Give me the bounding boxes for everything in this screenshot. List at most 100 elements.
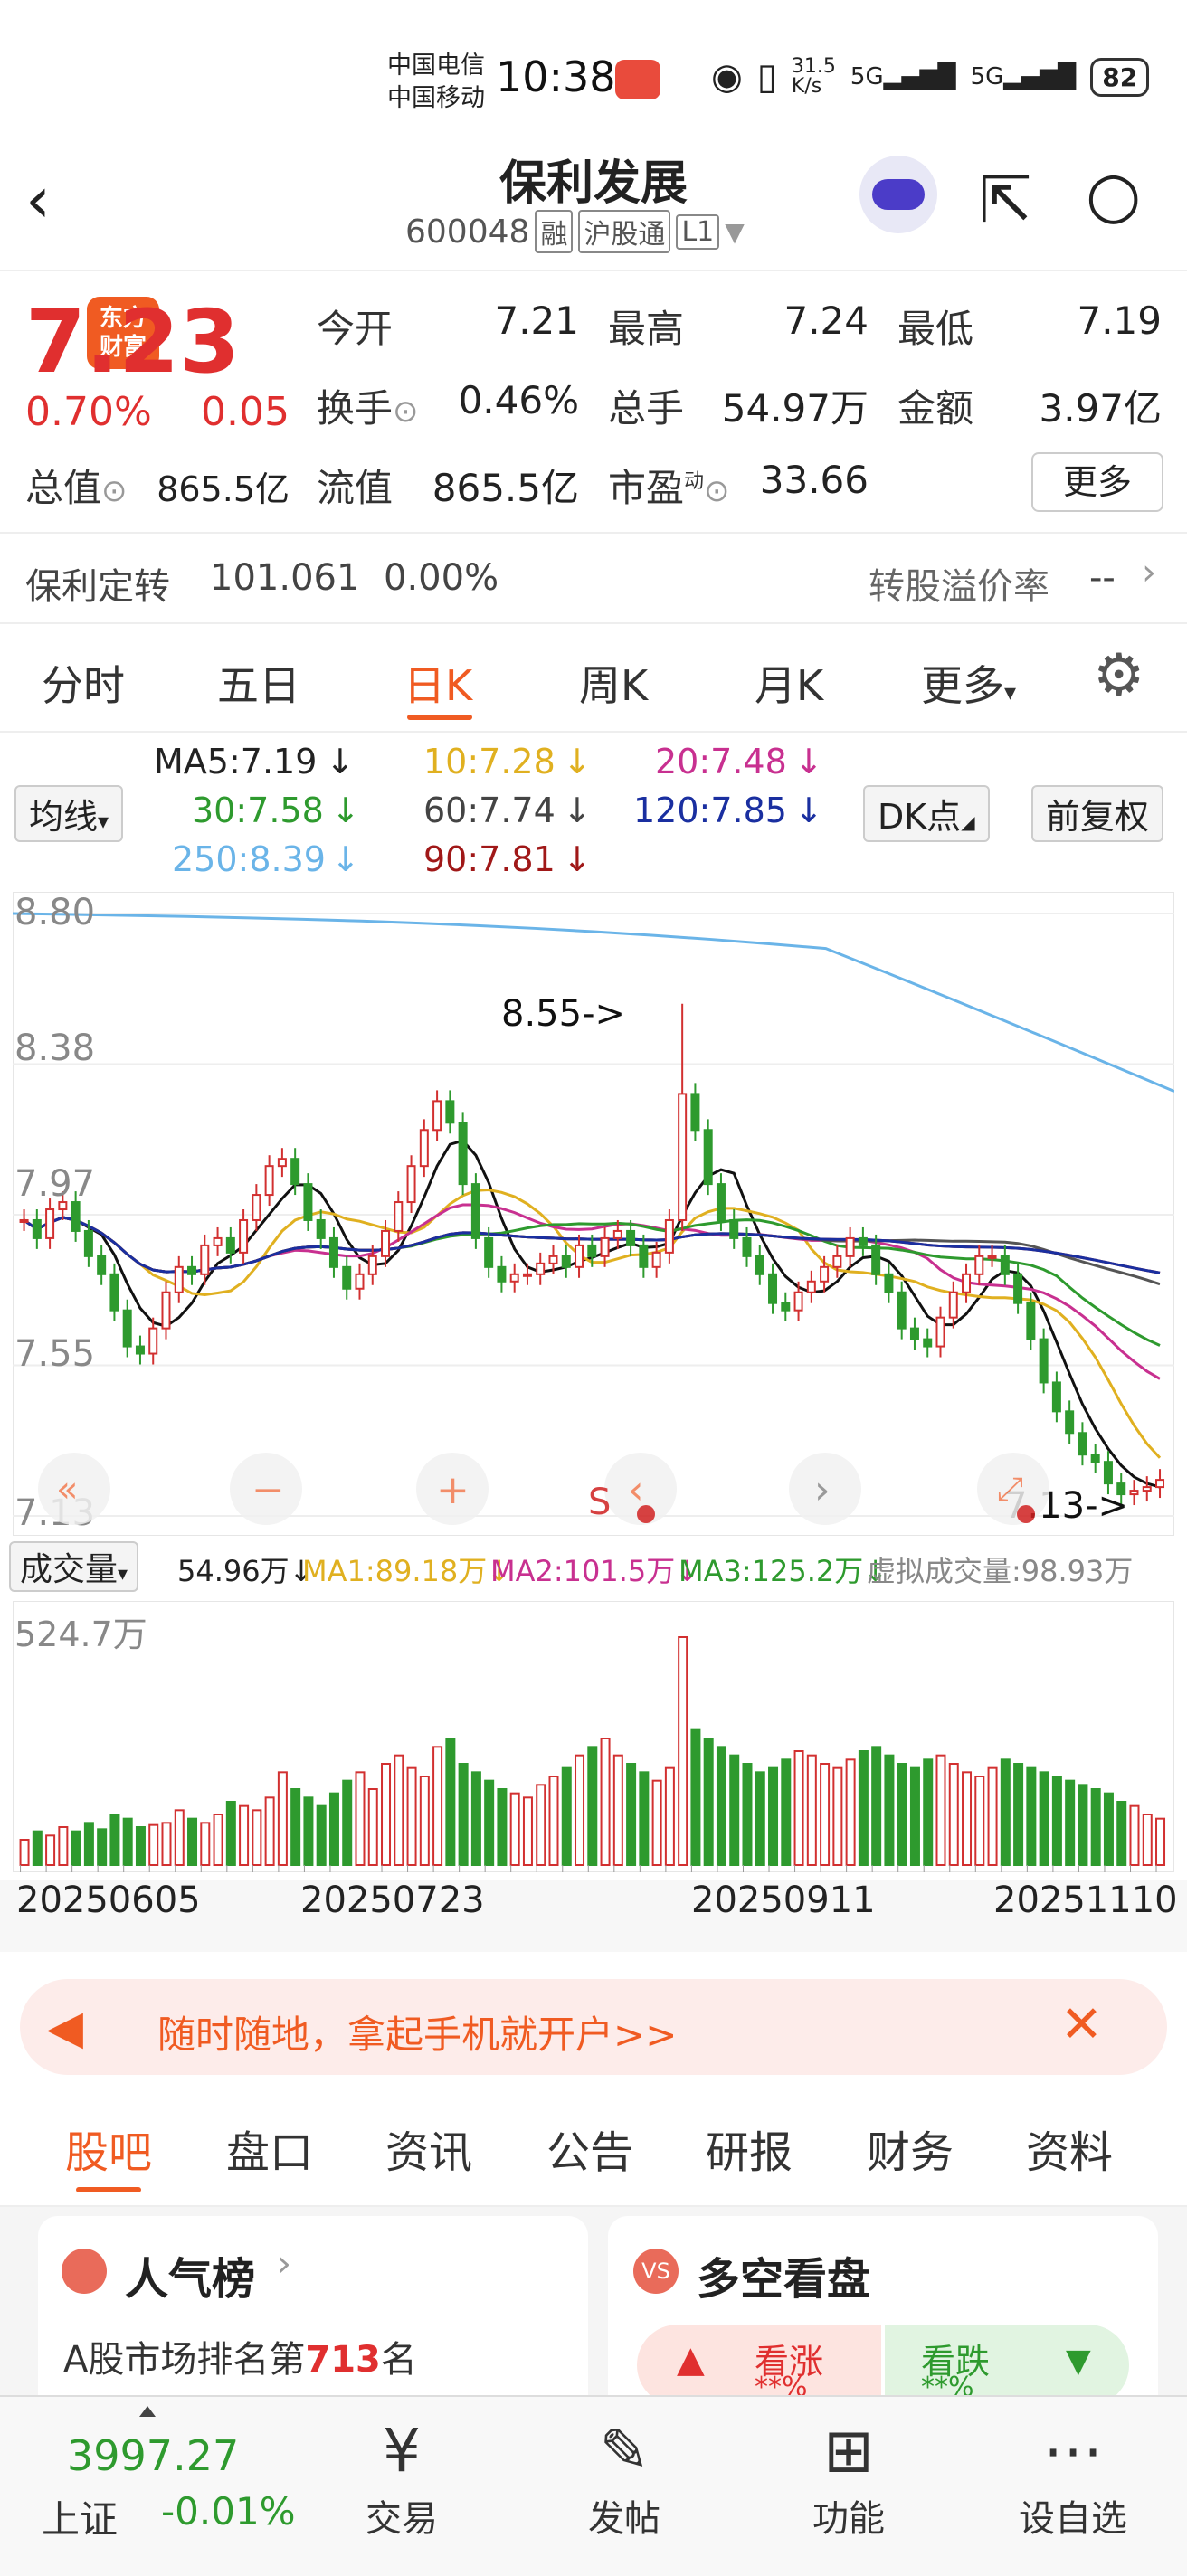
dk-point-button[interactable]: DK点◢ xyxy=(863,785,990,842)
tab-news[interactable]: 资讯 xyxy=(385,2117,472,2180)
tab-guba[interactable]: 股吧 xyxy=(65,2117,152,2180)
more-button[interactable]: 更多 xyxy=(1031,452,1163,512)
bearish-button[interactable]: 看跌 **% ▼ xyxy=(885,2325,1129,2395)
adjust-price-button[interactable]: 前复权 xyxy=(1031,785,1164,842)
candle xyxy=(1026,1302,1036,1340)
mcap-value: 865.5亿 xyxy=(157,469,290,509)
functions-button[interactable]: ⊞ 功能 xyxy=(767,2413,930,2542)
volume-bar xyxy=(1078,1784,1088,1866)
tab-profile[interactable]: 资料 xyxy=(1026,2117,1113,2180)
index-value: 3997.27 xyxy=(67,2431,240,2480)
tab-5day[interactable]: 五日 xyxy=(217,653,300,713)
close-icon[interactable]: ✕ xyxy=(1060,1995,1103,2054)
share-icon[interactable]: ⇱ xyxy=(979,163,1032,237)
ma20-value: 20:7.48 xyxy=(655,742,787,781)
volume-bar xyxy=(45,1834,56,1867)
volume-bar xyxy=(678,1636,688,1866)
tab-orderbook[interactable]: 盘口 xyxy=(226,2117,313,2180)
volume-bar xyxy=(355,1771,366,1866)
bullish-button[interactable]: 看涨 **% ▲ xyxy=(637,2325,881,2395)
candle xyxy=(1065,1410,1075,1435)
tab-announce[interactable]: 公告 xyxy=(546,2117,633,2180)
tab-daily-k[interactable]: 日K xyxy=(404,653,472,713)
svg-text:‹: ‹ xyxy=(628,1467,644,1513)
search-icon[interactable]: ○ xyxy=(1086,157,1141,232)
net-speed: 31.5 K/s xyxy=(791,55,836,98)
volume-bar xyxy=(19,1839,30,1866)
candle xyxy=(83,1229,93,1257)
volume-bar xyxy=(729,1754,740,1867)
candle xyxy=(342,1265,352,1290)
tab-more[interactable]: 更多▾ xyxy=(921,653,1016,713)
volume-bar xyxy=(381,1763,392,1866)
trade-button[interactable]: ¥ 交易 xyxy=(320,2413,483,2542)
mcap-label[interactable]: 总值⊙ xyxy=(25,458,128,513)
candle xyxy=(419,1129,429,1168)
volume-bar xyxy=(458,1763,469,1866)
tab-research[interactable]: 研报 xyxy=(706,2117,793,2180)
convertible-row[interactable]: 保利定转 101.061 0.00% 转股溢价率 -- › xyxy=(0,534,1187,624)
volume-bar xyxy=(781,1758,792,1866)
open-account-banner[interactable]: ◀ 随时随地，拿起手机就开户>> ✕ xyxy=(20,1979,1167,2075)
candle xyxy=(716,1183,726,1221)
tab-intraday[interactable]: 分时 xyxy=(42,653,125,713)
index-ticker[interactable]: 3997.27 上证 -0.01% xyxy=(25,2406,315,2560)
bull-bear-card[interactable]: VS 多空看盘 看涨 **% ▲ 看跌 **% ▼ xyxy=(608,2216,1158,2395)
tab-weekly-k[interactable]: 周K xyxy=(579,653,648,713)
kline-chart[interactable]: 8.80 8.38 7.97 7.55 7.13 8.55-> 7.13-> «… xyxy=(13,892,1174,1536)
volume-bar xyxy=(987,1766,998,1867)
volume-bar xyxy=(962,1771,973,1866)
add-watchlist-button[interactable]: ⋯ 设自选 xyxy=(992,2413,1154,2542)
tag-connect: 沪股通 xyxy=(578,210,671,253)
volume-bar xyxy=(1116,1801,1127,1866)
y-axis-label: 7.55 xyxy=(14,1333,95,1375)
post-button[interactable]: ✎ 发帖 xyxy=(543,2413,706,2542)
volume-bar xyxy=(1000,1758,1011,1866)
volume-bar xyxy=(161,1822,172,1866)
settings-gear-icon[interactable]: ⚙ xyxy=(1093,642,1144,709)
volume-bar xyxy=(639,1771,650,1866)
ma250-value: 250:8.39 xyxy=(172,839,326,879)
amount-label: 金额 xyxy=(897,386,974,431)
candle xyxy=(729,1218,739,1239)
popularity-card[interactable]: 人气榜 › A股市场排名第713名 xyxy=(38,2216,588,2395)
carrier-label: 中国电信 中国移动 xyxy=(387,52,485,112)
volume-bar xyxy=(342,1779,353,1867)
ma-select-button[interactable]: 均线▾ xyxy=(14,785,124,842)
candle xyxy=(1051,1381,1061,1413)
volume-bar xyxy=(174,1809,185,1866)
volume-bar xyxy=(264,1796,275,1866)
candle xyxy=(536,1262,546,1275)
turnover-label[interactable]: 换手⊙ xyxy=(317,378,419,433)
amount-value: 3.97亿 xyxy=(1039,386,1162,431)
stock-code[interactable]: 600048 融 沪股通 L1 ▼ xyxy=(405,210,745,253)
ai-assistant-icon[interactable] xyxy=(859,156,937,233)
volume-current: 54.96万↓ xyxy=(177,1554,314,1588)
volume-bar xyxy=(367,1788,378,1866)
candle xyxy=(768,1273,778,1304)
candle xyxy=(587,1244,597,1257)
volume-bar xyxy=(509,1792,520,1867)
volume-bar xyxy=(884,1754,895,1867)
chevron-right-icon: › xyxy=(277,2243,291,2285)
pe-label[interactable]: 市盈动⊙ xyxy=(608,458,730,513)
pe-value: 33.66 xyxy=(759,458,869,502)
volume-bar xyxy=(277,1771,288,1866)
volume-bar xyxy=(71,1830,81,1867)
volume-bar xyxy=(419,1776,430,1866)
candle xyxy=(367,1255,377,1275)
candle xyxy=(406,1165,416,1204)
candle xyxy=(858,1236,868,1246)
tab-finance[interactable]: 财务 xyxy=(867,2117,954,2180)
volume-bar xyxy=(845,1758,856,1866)
tab-monthly-k[interactable]: 月K xyxy=(755,653,823,713)
volume-bar xyxy=(587,1746,598,1866)
volume-chart[interactable]: 524.7万 xyxy=(13,1601,1174,1872)
candle xyxy=(948,1291,958,1319)
megaphone-icon: ◀ xyxy=(47,2001,83,2055)
volume-bar xyxy=(1155,1817,1166,1867)
ma90-value: 90:7.81 xyxy=(423,839,556,879)
volume-value: 54.97万 xyxy=(721,386,869,431)
candle xyxy=(161,1291,171,1330)
volume-select-button[interactable]: 成交量▾ xyxy=(9,1541,139,1592)
